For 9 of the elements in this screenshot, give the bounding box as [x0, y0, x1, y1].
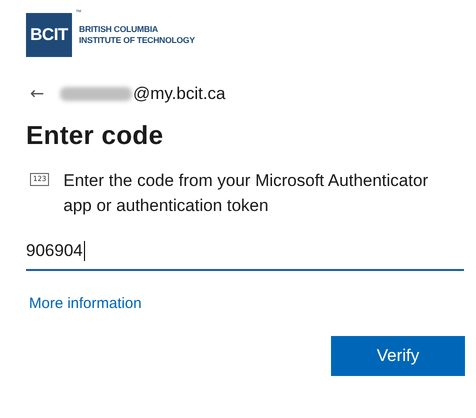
code-input-field[interactable]: 906904: [26, 232, 464, 271]
back-button[interactable]: ←: [30, 84, 52, 104]
logo-text: INSTITUTE OF TECHNOLOGY: [79, 35, 195, 46]
instruction-text: Enter the code from your Microsoft Authenticator app or authentication token: [63, 170, 430, 217]
page-title: Enter code: [26, 119, 164, 152]
email-address: @my.bcit.ca: [133, 84, 226, 104]
verify-button[interactable]: Verify: [331, 336, 465, 376]
logo-text: BRITISH COLUMBIA: [79, 24, 159, 35]
more-information-link[interactable]: More information: [29, 295, 142, 312]
